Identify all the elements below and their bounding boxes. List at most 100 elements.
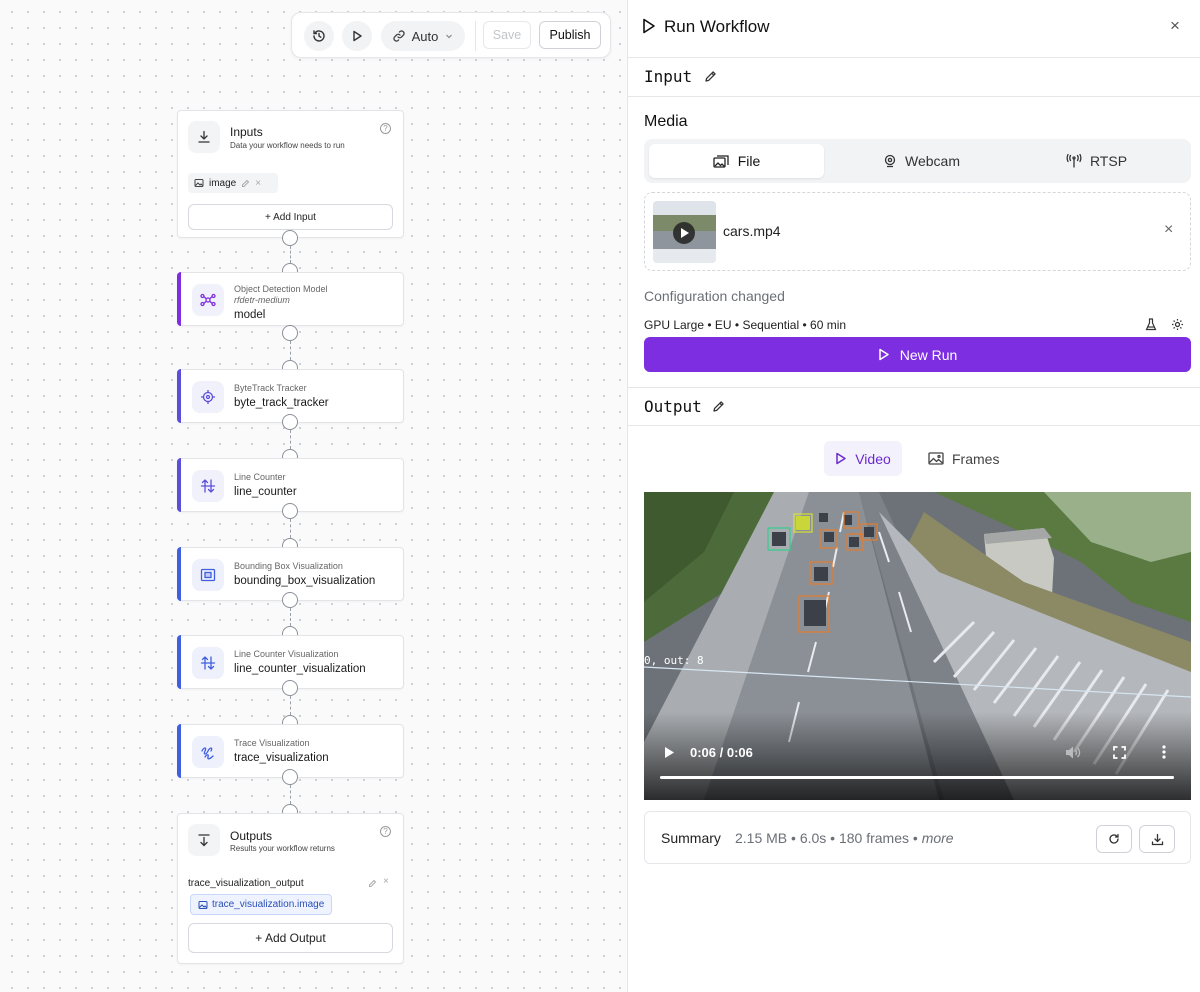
download-icon — [188, 121, 220, 153]
video-progress-track[interactable] — [660, 776, 1174, 779]
image-icon — [198, 900, 208, 909]
tab-frames[interactable]: Frames — [928, 441, 1008, 476]
inputs-description: Data your workflow needs to run — [230, 141, 345, 150]
volume-icon[interactable] — [1065, 745, 1081, 760]
panel-title: Run Workflow — [664, 17, 770, 36]
output-name: trace_visualization_output — [188, 878, 304, 889]
network-icon — [192, 284, 224, 316]
play-icon — [836, 452, 846, 465]
output-summary: Summary 2.15 MB • 6.0s • 180 frames • mo… — [644, 811, 1191, 864]
node-name: byte_track_tracker — [234, 397, 329, 409]
remove-icon[interactable]: × — [255, 178, 261, 189]
connection-edge — [290, 246, 291, 263]
arrow-down-icon — [188, 824, 220, 856]
mode-label: Auto — [411, 28, 439, 44]
link-icon — [393, 30, 405, 42]
tab-webcam[interactable]: Webcam — [834, 144, 1009, 178]
video-time: 0:06 / 0:06 — [690, 745, 753, 760]
summary-stats-line: 2.15 MB • 6.0s • 180 frames • more — [735, 830, 954, 846]
publish-button[interactable]: Publish — [539, 21, 601, 49]
download-button[interactable] — [1139, 825, 1175, 853]
divider — [628, 425, 1200, 426]
new-run-button[interactable]: New Run — [644, 337, 1191, 372]
play-icon — [353, 30, 362, 42]
node-name: line_counter_visualization — [234, 663, 366, 675]
target-icon — [192, 381, 224, 413]
remove-icon[interactable]: × — [383, 876, 389, 887]
tab-video-label: Video — [855, 450, 891, 467]
tab-frames-label: Frames — [952, 450, 1000, 467]
divider — [628, 57, 1200, 58]
divider — [628, 387, 1200, 388]
node-name: line_counter — [234, 486, 297, 498]
node-name: trace_visualization — [234, 752, 329, 764]
node-name: model — [234, 309, 266, 321]
webcam-icon — [884, 154, 896, 168]
output-value-chip[interactable]: trace_visualization.image — [190, 894, 333, 915]
media-source-tabs: File Webcam RTSP — [644, 139, 1191, 183]
rerun-button[interactable] — [1096, 825, 1132, 853]
output-port[interactable] — [282, 680, 298, 696]
refresh-icon — [1109, 833, 1119, 844]
history-button[interactable] — [304, 21, 334, 51]
save-button[interactable]: Save — [483, 21, 531, 49]
node-type: Line Counter — [234, 472, 286, 482]
add-input-button[interactable]: + Add Input — [188, 204, 393, 230]
help-icon[interactable]: ? — [380, 826, 391, 837]
more-vertical-icon[interactable] — [1162, 745, 1166, 759]
output-port[interactable] — [282, 414, 298, 430]
remove-file-icon[interactable]: × — [1164, 221, 1173, 239]
outputs-node[interactable]: Outputs Results your workflow returns ? … — [177, 813, 404, 964]
video-progress-fill — [660, 776, 1174, 779]
connection-edge — [290, 430, 291, 449]
test-run-button[interactable] — [342, 21, 372, 51]
play-icon — [878, 348, 889, 361]
workflow-canvas[interactable]: Auto Save Publish Inputs Data your workf… — [0, 0, 627, 992]
step-node-model[interactable]: Object Detection Model rfdetr-medium mod… — [177, 272, 404, 326]
tab-video[interactable]: Video — [824, 441, 902, 476]
pencil-icon[interactable] — [712, 400, 725, 413]
images-icon — [713, 154, 729, 168]
tab-rtsp-label: RTSP — [1089, 153, 1128, 169]
node-type: Line Counter Visualization — [234, 649, 339, 659]
summary-stats: 2.15 MB • 6.0s • 180 frames • — [735, 830, 918, 846]
node-accent — [177, 547, 181, 601]
flask-icon[interactable] — [1145, 318, 1157, 331]
input-chip-label: image — [209, 177, 237, 189]
config-summary: GPU Large • EU • Sequential • 60 min — [644, 318, 847, 332]
node-accent — [177, 458, 181, 512]
output-port[interactable] — [282, 325, 298, 341]
connection-edge — [290, 785, 291, 804]
edit-icon[interactable] — [241, 179, 250, 188]
close-icon[interactable]: × — [1170, 17, 1180, 35]
trace-icon — [192, 736, 224, 768]
output-port[interactable] — [282, 769, 298, 785]
gear-icon[interactable] — [1171, 318, 1184, 331]
tab-file[interactable]: File — [649, 144, 824, 178]
input-chip[interactable]: image × — [188, 173, 278, 193]
connection-edge — [290, 519, 291, 538]
play-icon[interactable] — [664, 746, 675, 759]
node-type: Trace Visualization — [234, 738, 310, 748]
tab-rtsp[interactable]: RTSP — [1009, 144, 1184, 178]
selected-file[interactable]: cars.mp4 × — [644, 192, 1191, 271]
connection-edge — [290, 608, 291, 626]
output-port[interactable] — [282, 503, 298, 519]
play-icon — [643, 18, 655, 34]
output-port[interactable] — [282, 592, 298, 608]
history-icon — [313, 30, 325, 42]
add-output-button[interactable]: + Add Output — [188, 923, 393, 953]
node-type: Bounding Box Visualization — [234, 561, 343, 571]
input-heading: Input — [644, 67, 693, 86]
video-player[interactable]: 0, out: 8 0:06 / 0:06 — [644, 492, 1191, 800]
pencil-icon[interactable] — [704, 70, 717, 83]
node-accent — [177, 724, 181, 778]
mode-select[interactable]: Auto — [381, 21, 465, 51]
help-icon[interactable]: ? — [380, 123, 391, 134]
output-port[interactable] — [282, 230, 298, 246]
fullscreen-icon[interactable] — [1113, 746, 1126, 759]
summary-more-link[interactable]: more — [922, 830, 954, 846]
edit-icon[interactable] — [368, 879, 377, 888]
file-name: cars.mp4 — [723, 223, 781, 239]
inputs-node[interactable]: Inputs Data your workflow needs to run ?… — [177, 110, 404, 238]
